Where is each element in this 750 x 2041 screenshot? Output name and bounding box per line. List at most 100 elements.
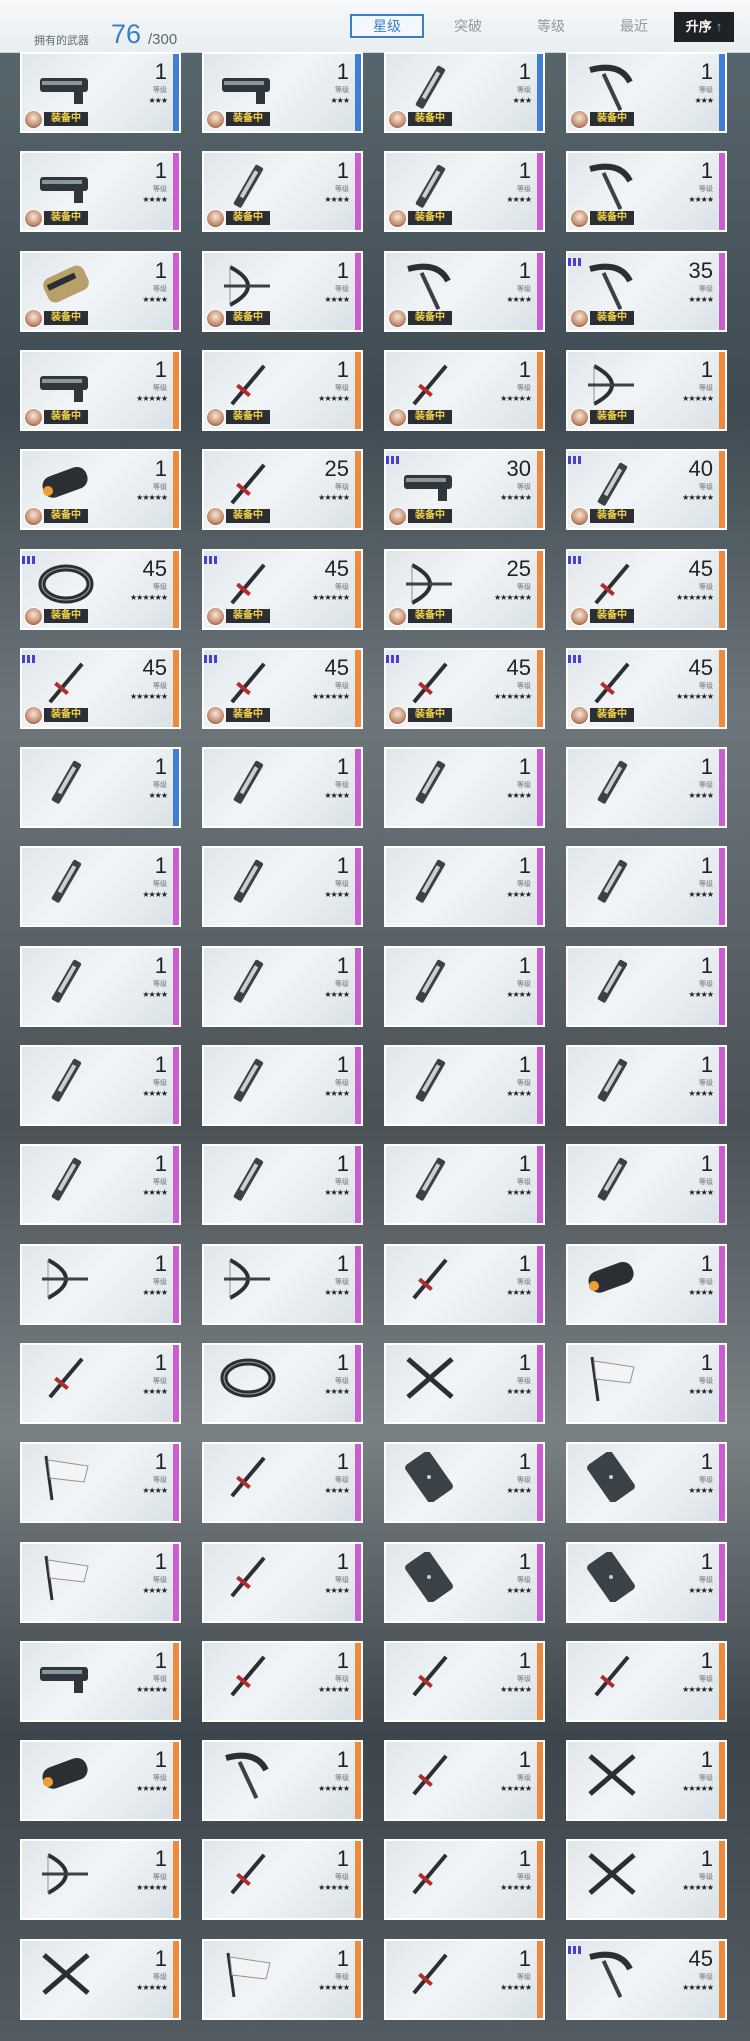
- weapon-card[interactable]: 1 等级 ★★★★: [20, 846, 181, 928]
- weapon-card[interactable]: 45 等级 ★★★★★★ 装备中: [20, 548, 181, 630]
- rarity-bar: [173, 947, 179, 1025]
- weapon-level-label: 等级: [153, 1477, 167, 1485]
- weapon-card[interactable]: 1 等级 ★★★★★: [202, 1938, 363, 2020]
- weapon-stars: ★★★★: [142, 1188, 168, 1198]
- weapon-card[interactable]: 1 等级 ★★★★: [202, 1442, 363, 1524]
- weapon-level: 1: [700, 1548, 713, 1574]
- weapon-card[interactable]: 45 等级 ★★★★★★ 装备中: [384, 647, 545, 729]
- weapon-card[interactable]: 1 等级 ★★★★★: [20, 1740, 181, 1822]
- weapon-card[interactable]: 1 等级 ★★★: [20, 747, 181, 829]
- weapon-card[interactable]: 25 等级 ★★★★★ 装备中: [202, 449, 363, 531]
- weapon-level-label: 等级: [699, 1278, 713, 1286]
- weapon-card[interactable]: 1 等级 ★★★★: [20, 1144, 181, 1226]
- weapon-card[interactable]: 1 等级 ★★★★: [566, 747, 727, 829]
- weapon-card[interactable]: 1 等级 ★★★★: [566, 1045, 727, 1126]
- weapon-card[interactable]: 45 等级 ★★★★★★ 装备中: [202, 548, 363, 630]
- weapon-card[interactable]: 1 等级 ★★★★: [566, 1243, 727, 1325]
- weapon-card[interactable]: 1 等级 ★★★★: [566, 1342, 727, 1424]
- weapon-card[interactable]: 1 等级 ★★★★★ 装备中: [20, 449, 181, 531]
- scythe-icon: [589, 64, 633, 111]
- weapon-card[interactable]: 1 等级 ★★★★★: [566, 1839, 727, 1921]
- rarity-bar: [355, 1047, 361, 1124]
- weapon-card[interactable]: 30 等级 ★★★★★ 装备中: [384, 449, 545, 531]
- weapon-card[interactable]: 1 等级 ★★★★: [202, 1243, 363, 1325]
- weapon-level: 1: [154, 1945, 167, 1971]
- weapon-card[interactable]: 1 等级 ★★★★: [566, 945, 727, 1027]
- cross-icon: [42, 1952, 90, 1995]
- weapon-card[interactable]: 1 等级 ★★★★ 装备中: [20, 151, 181, 233]
- weapon-level: 1: [700, 853, 713, 879]
- weapon-card[interactable]: 1 等级 ★★★★: [384, 1045, 545, 1126]
- weapon-card[interactable]: 1 等级 ★★★★★ 装备中: [566, 349, 727, 431]
- weapon-card[interactable]: 1 等级 ★★★★: [384, 1442, 545, 1524]
- weapon-card[interactable]: 1 等级 ★★★★: [384, 846, 545, 928]
- weapon-card[interactable]: 1 等级 ★★★★: [20, 1442, 181, 1524]
- weapon-card[interactable]: 1 等级 ★★★★: [384, 1144, 545, 1226]
- weapon-card[interactable]: 1 等级 ★★★★★: [20, 1938, 181, 2020]
- weapon-card[interactable]: 1 等级 ★★★★ 装备中: [202, 250, 363, 332]
- rarity-bar: [173, 1344, 179, 1422]
- weapon-card[interactable]: 1 等级 ★★★★: [202, 1144, 363, 1226]
- weapon-card[interactable]: 1 等级 ★★★★★: [20, 1839, 181, 1921]
- weapon-card[interactable]: 1 等级 ★★★ 装备中: [202, 52, 363, 133]
- weapon-card[interactable]: 1 等级 ★★★★★: [384, 1640, 545, 1722]
- weapon-card[interactable]: 1 等级 ★★★★★: [384, 1839, 545, 1921]
- weapon-card[interactable]: 1 等级 ★★★★★: [566, 1640, 727, 1722]
- weapon-card[interactable]: 1 等级 ★★★★ 装备中: [384, 151, 545, 233]
- weapon-card[interactable]: 45 等级 ★★★★★★ 装备中: [20, 647, 181, 729]
- weapon-card[interactable]: 40 等级 ★★★★★ 装备中: [566, 449, 727, 531]
- weapon-card[interactable]: 45 等级 ★★★★★★ 装备中: [566, 647, 727, 729]
- weapon-card[interactable]: 1 等级 ★★★★: [20, 1045, 181, 1126]
- weapon-card[interactable]: 1 等级 ★★★★★: [20, 1640, 181, 1722]
- weapon-card[interactable]: 1 等级 ★★★★: [566, 1144, 727, 1226]
- weapon-card[interactable]: 1 等级 ★★★★★ 装备中: [384, 349, 545, 431]
- weapon-card[interactable]: 1 等级 ★★★★ 装备中: [20, 250, 181, 332]
- weapon-card[interactable]: 25 等级 ★★★★★★ 装备中: [384, 548, 545, 630]
- weapon-card[interactable]: 1 等级 ★★★★★ 装备中: [20, 349, 181, 431]
- weapon-card[interactable]: 1 等级 ★★★★: [20, 1243, 181, 1325]
- weapon-card[interactable]: 1 等级 ★★★★: [202, 1541, 363, 1623]
- weapon-card[interactable]: 1 等级 ★★★★ 装备中: [202, 151, 363, 233]
- weapon-card[interactable]: 1 等级 ★★★★★: [384, 1740, 545, 1822]
- weapon-card[interactable]: 1 等级 ★★★★: [566, 1442, 727, 1524]
- weapon-card[interactable]: 1 等级 ★★★★: [566, 1541, 727, 1623]
- weapon-stars: ★★★★★★: [675, 592, 714, 602]
- weapon-card[interactable]: 1 等级 ★★★★ 装备中: [566, 151, 727, 233]
- weapon-card[interactable]: 1 等级 ★★★★★: [384, 1938, 545, 2020]
- weapon-card[interactable]: 1 等级 ★★★★ 装备中: [384, 250, 545, 332]
- weapon-level: 1: [154, 1250, 167, 1276]
- weapon-card[interactable]: 1 等级 ★★★ 装备中: [384, 52, 545, 133]
- weapon-card[interactable]: 1 等级 ★★★★★: [202, 1839, 363, 1921]
- weapon-card[interactable]: 1 等级 ★★★ 装备中: [566, 52, 727, 133]
- weapon-card[interactable]: 1 等级 ★★★★★ 装备中: [202, 349, 363, 431]
- breakthrough-badge-icon: [568, 1941, 582, 1954]
- bow-icon: [224, 264, 270, 307]
- rarity-bar: [719, 1047, 725, 1124]
- weapon-card[interactable]: 45 等级 ★★★★★★ 装备中: [202, 647, 363, 729]
- weapon-card[interactable]: 35 等级 ★★★★ 装备中: [566, 250, 727, 332]
- weapon-card[interactable]: 1 等级 ★★★★★: [566, 1740, 727, 1822]
- weapon-card[interactable]: 1 等级 ★★★★★: [202, 1740, 363, 1822]
- weapon-card[interactable]: 1 等级 ★★★★: [202, 846, 363, 928]
- weapon-card[interactable]: 1 等级 ★★★★: [384, 747, 545, 829]
- weapon-card[interactable]: 1 等级 ★★★★: [20, 1342, 181, 1424]
- weapon-card[interactable]: 1 等级 ★★★★: [20, 945, 181, 1027]
- weapon-card[interactable]: 1 等级 ★★★★: [384, 1342, 545, 1424]
- weapon-card[interactable]: 1 等级 ★★★ 装备中: [20, 52, 181, 133]
- weapon-card[interactable]: 1 等级 ★★★★: [202, 945, 363, 1027]
- weapon-card[interactable]: 1 等级 ★★★★: [566, 846, 727, 928]
- weapon-card[interactable]: 1 等级 ★★★★: [202, 1342, 363, 1424]
- sword-icon: [412, 1754, 448, 1796]
- weapon-card[interactable]: 1 等级 ★★★★★: [202, 1640, 363, 1722]
- weapon-card[interactable]: 1 等级 ★★★★: [384, 1243, 545, 1325]
- weapon-card[interactable]: 1 等级 ★★★★: [202, 1045, 363, 1126]
- weapon-level: 1: [154, 1747, 167, 1773]
- weapon-card[interactable]: 1 等级 ★★★★: [384, 945, 545, 1027]
- weapon-card[interactable]: 1 等级 ★★★★: [384, 1541, 545, 1623]
- weapon-card[interactable]: 45 等级 ★★★★★★ 装备中: [566, 548, 727, 630]
- weapon-card[interactable]: 1 等级 ★★★★: [202, 747, 363, 829]
- weapon-card[interactable]: 45 等级 ★★★★★: [566, 1938, 727, 2020]
- rarity-bar: [173, 848, 179, 926]
- weapon-card[interactable]: 1 等级 ★★★★: [20, 1541, 181, 1623]
- gun-icon: [40, 78, 88, 104]
